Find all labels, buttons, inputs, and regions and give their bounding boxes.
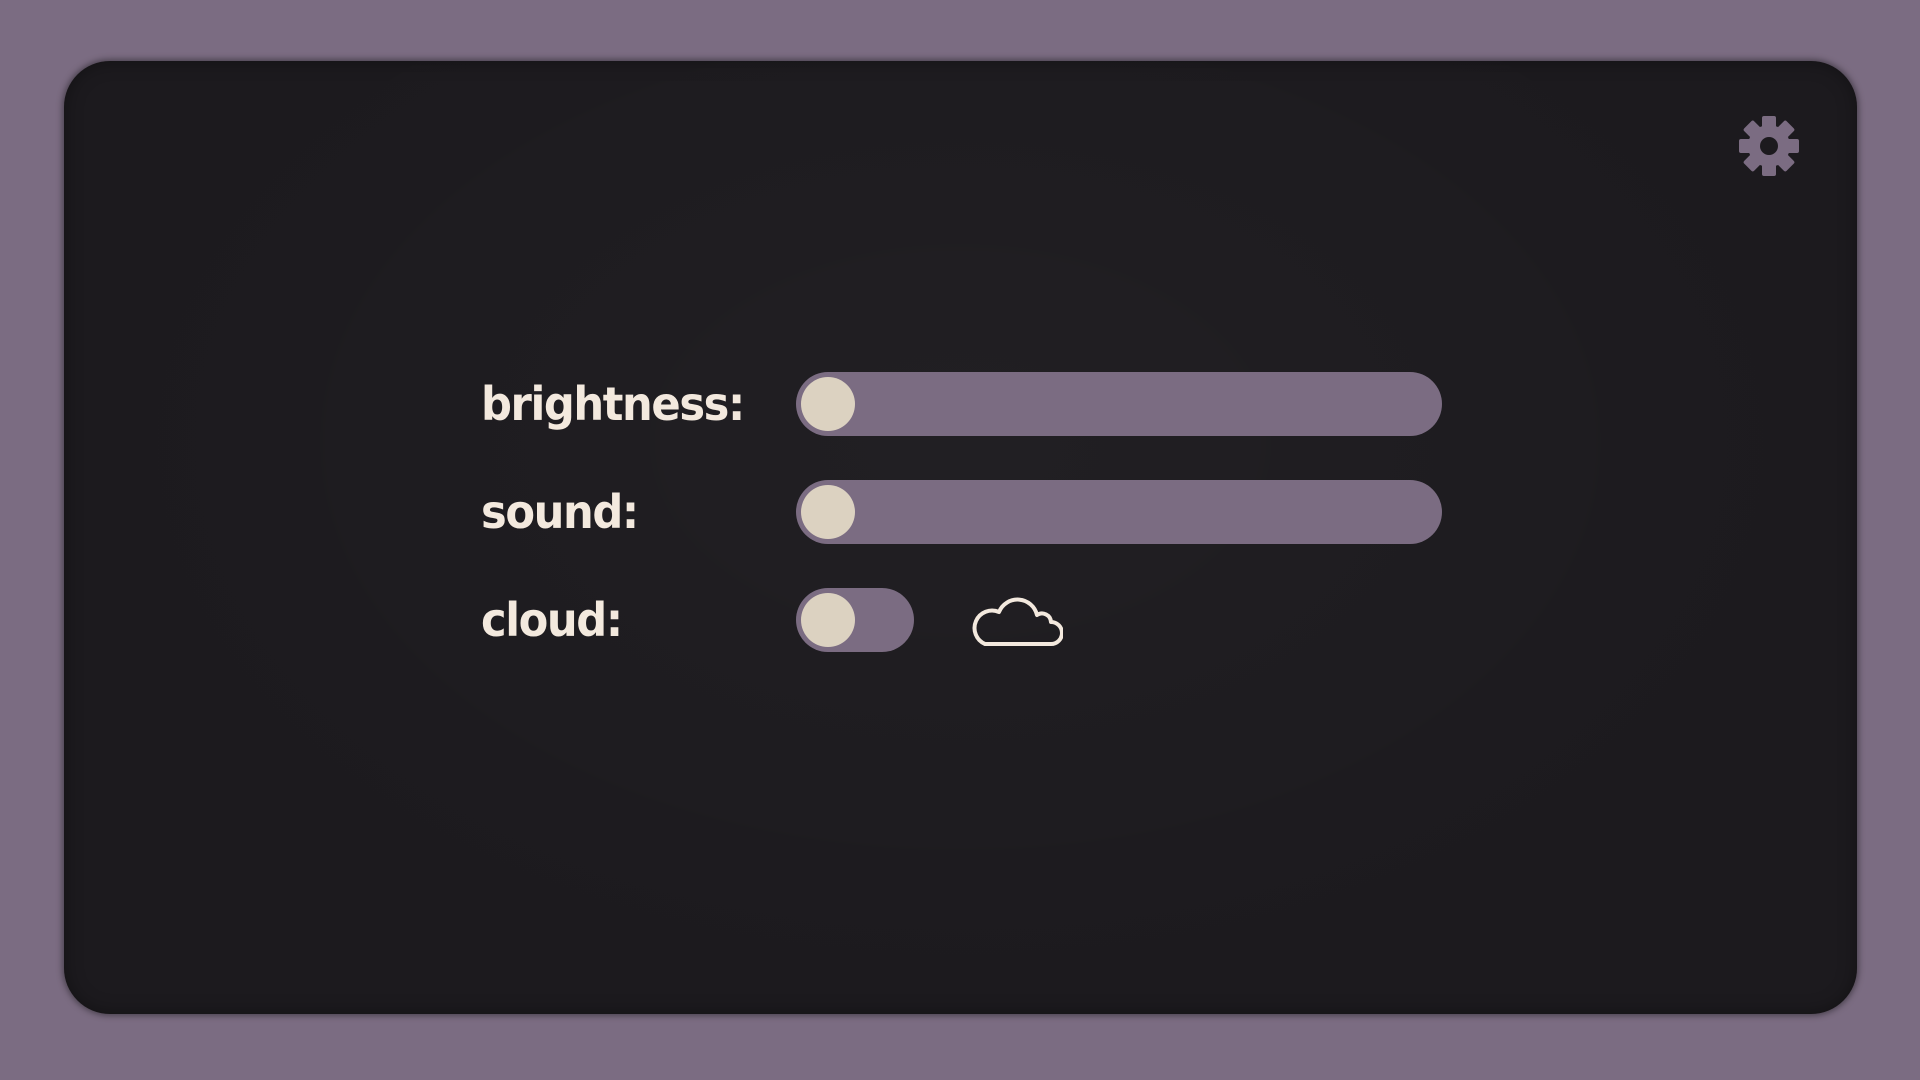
cloud-toggle[interactable] <box>796 588 914 652</box>
sound-slider[interactable] <box>796 480 1442 544</box>
cloud-label: cloud: <box>481 593 623 647</box>
brightness-label: brightness: <box>481 377 745 431</box>
brightness-slider-handle[interactable] <box>801 377 855 431</box>
brightness-slider[interactable] <box>796 372 1442 436</box>
cloud-icon <box>972 597 1063 646</box>
cloud-toggle-knob[interactable] <box>801 593 855 647</box>
gear-icon[interactable] <box>1735 112 1803 180</box>
sound-label: sound: <box>481 485 639 539</box>
sound-slider-handle[interactable] <box>801 485 855 539</box>
